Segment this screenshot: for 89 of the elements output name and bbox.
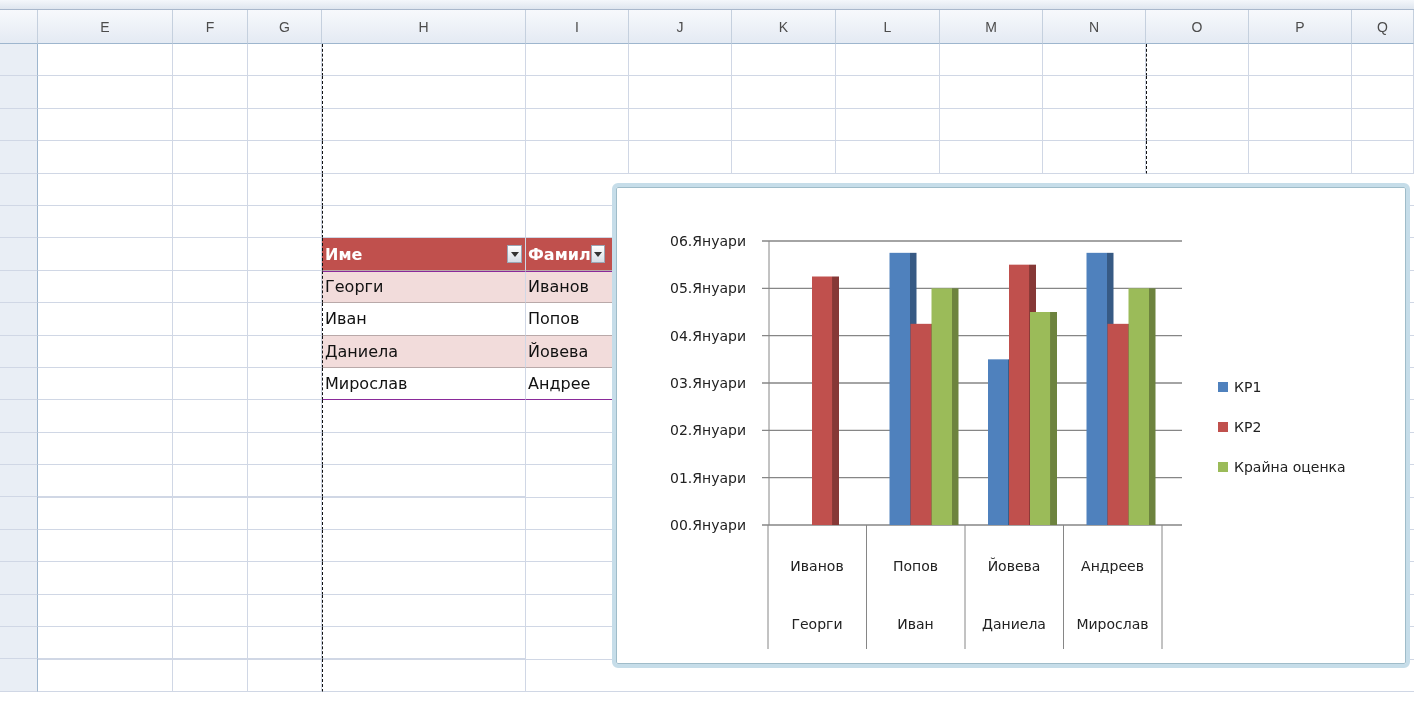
sheet-cell[interactable] <box>38 465 173 498</box>
select-all-button[interactable] <box>0 10 38 44</box>
column-header[interactable]: F <box>173 10 248 44</box>
column-header[interactable]: O <box>1146 10 1249 44</box>
legend-label: КР1 <box>1234 379 1262 395</box>
column-header[interactable]: I <box>526 10 629 44</box>
column-header[interactable]: N <box>1043 10 1146 44</box>
category-label: Даниела <box>982 616 1046 632</box>
column-header[interactable]: P <box>1249 10 1352 44</box>
row-header[interactable] <box>0 497 38 530</box>
category-label: Йовева <box>987 558 1041 574</box>
column-header[interactable]: E <box>38 10 173 44</box>
category-label: Георги <box>791 616 843 632</box>
row-header[interactable] <box>0 627 38 660</box>
cell-text: Попов <box>528 309 580 329</box>
category-label: Иван <box>897 616 934 632</box>
sheet-cell[interactable] <box>322 108 526 142</box>
cell-text: Даниела <box>325 341 399 361</box>
sheet-cell[interactable] <box>322 141 526 174</box>
column-header[interactable]: L <box>836 10 940 44</box>
row-header[interactable] <box>0 562 38 595</box>
column-header[interactable]: G <box>248 10 322 44</box>
row-header[interactable] <box>0 44 38 77</box>
sheet-cell[interactable] <box>322 659 526 692</box>
column-header[interactable]: K <box>732 10 836 44</box>
row-header[interactable] <box>0 270 38 304</box>
category-label: Мирослав <box>1076 616 1149 632</box>
row-header[interactable] <box>0 335 38 368</box>
row-header[interactable] <box>0 238 38 271</box>
column-header[interactable]: M <box>940 10 1043 44</box>
sheet-cell[interactable] <box>322 497 526 530</box>
sheet-cell[interactable] <box>322 562 526 595</box>
cell-text: Андрее <box>528 374 591 394</box>
sheet-cell[interactable] <box>322 76 526 109</box>
axis-label: 05.Януари <box>670 280 746 297</box>
chart-area[interactable]: 06.Януари 05.Януари 04.Януари 03.Януари 02.Януари 01.Януари 00.Януари Иванов Попов Йовева Андреев Георги Иван Даниела Мирослав КР1 КР2 Крайна оценка <box>612 183 1410 668</box>
axis-label: 00.Януари <box>670 517 746 533</box>
sheet-cell[interactable] <box>322 173 526 206</box>
row-header[interactable] <box>0 141 38 174</box>
category-label: Попов <box>892 558 939 574</box>
sheet-cell[interactable] <box>38 627 173 660</box>
sheet-cell[interactable] <box>173 465 248 498</box>
sheet-cell[interactable] <box>173 627 248 660</box>
row-header[interactable] <box>0 303 38 336</box>
axis-label: 04.Януари <box>670 327 746 344</box>
sheet-cell[interactable] <box>322 44 526 77</box>
legend-label: Крайна оценка <box>1234 459 1346 475</box>
sheet-cell[interactable] <box>1146 108 1249 142</box>
category-label: Андреев <box>1081 558 1144 574</box>
filter-dropdown-button[interactable] <box>507 245 522 264</box>
sheet-cell[interactable] <box>1146 76 1249 109</box>
legend-label: КР2 <box>1234 419 1262 435</box>
row-header[interactable] <box>0 465 38 498</box>
sheet-cell[interactable] <box>248 465 322 498</box>
filter-dropdown-button[interactable] <box>590 245 605 264</box>
sheet-cell[interactable] <box>322 594 526 628</box>
cell-text: Георги <box>325 277 384 297</box>
column-title: Фамил <box>528 244 591 264</box>
row-header[interactable] <box>0 205 38 239</box>
sheet-cell[interactable] <box>322 529 526 563</box>
row-header[interactable] <box>0 400 38 433</box>
row-header[interactable] <box>0 76 38 109</box>
sheet-cell[interactable] <box>322 432 526 466</box>
row-header[interactable] <box>0 108 38 142</box>
sheet-cell[interactable] <box>322 465 526 498</box>
sheet-cell[interactable] <box>1146 141 1249 174</box>
axis-label: 01.Януари <box>670 469 746 486</box>
cell-text: Мирослав <box>325 374 408 394</box>
sheet-cell[interactable] <box>248 627 322 660</box>
axis-label: 03.Януари <box>670 375 746 391</box>
sheet-cell[interactable] <box>1146 44 1249 77</box>
column-header[interactable]: J <box>629 10 732 44</box>
column-header[interactable]: Q <box>1352 10 1414 44</box>
row-header[interactable] <box>0 529 38 563</box>
row-header[interactable] <box>0 367 38 401</box>
column-header[interactable]: H <box>322 10 526 44</box>
column-title: Име <box>325 244 363 264</box>
row-header[interactable] <box>0 173 38 206</box>
row-header[interactable] <box>0 594 38 628</box>
row-header[interactable] <box>0 659 38 692</box>
category-label: Иванов <box>790 558 844 574</box>
row-header[interactable] <box>0 432 38 466</box>
sheet-cell[interactable] <box>322 627 526 660</box>
cell-text: Йовева <box>528 341 589 361</box>
axis-label: 06.Януари <box>670 233 746 249</box>
cell-text: Иванов <box>528 277 589 297</box>
axis-label: 02.Януари <box>670 422 746 439</box>
sheet-cell[interactable] <box>322 400 526 433</box>
cell-text: Иван <box>325 309 367 329</box>
